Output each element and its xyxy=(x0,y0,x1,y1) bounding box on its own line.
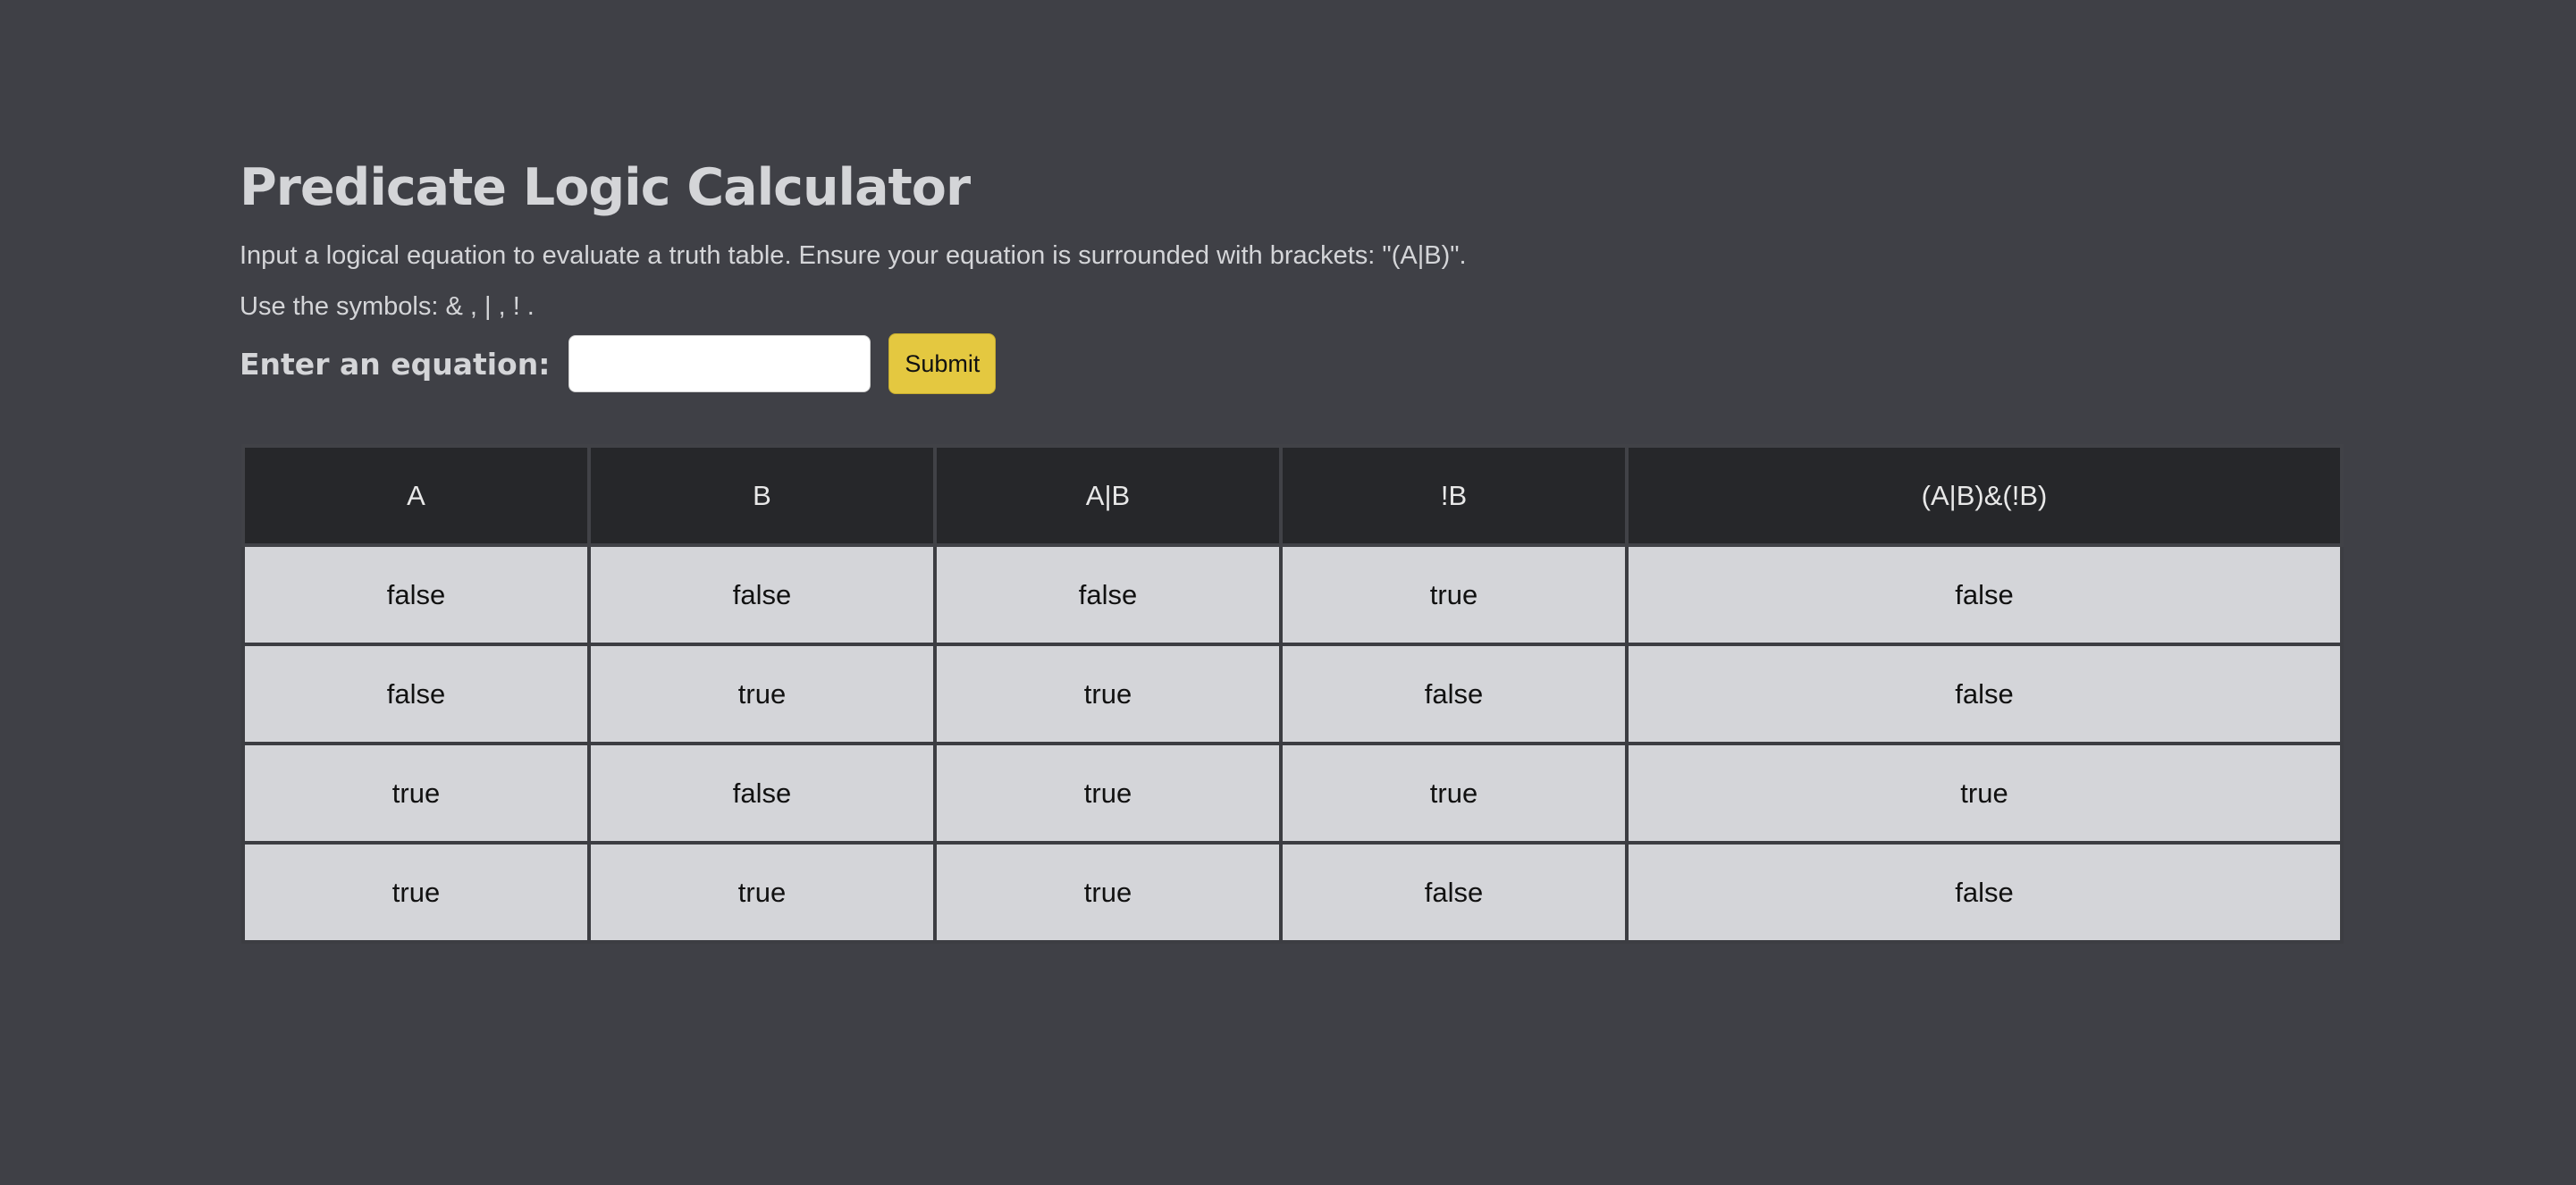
page-title: Predicate Logic Calculator xyxy=(240,158,971,217)
column-header: A|B xyxy=(933,444,1283,547)
symbols-hint-text: Use the symbols: & , | , ! . xyxy=(240,292,535,321)
table-cell: true xyxy=(241,742,591,845)
table-row: true false true true true xyxy=(241,742,2344,845)
table-cell: true xyxy=(587,643,937,745)
table-cell: false xyxy=(933,543,1283,646)
equation-form: Enter an equation: Submit xyxy=(240,333,2340,394)
column-header: A xyxy=(241,444,591,547)
table-row: false false false true false xyxy=(241,543,2344,646)
table-cell: false xyxy=(1625,643,2344,745)
table-cell: false xyxy=(1279,643,1629,745)
table-cell: true xyxy=(933,841,1283,944)
equation-input[interactable] xyxy=(568,335,871,392)
table-cell: true xyxy=(1625,742,2344,845)
table-cell: false xyxy=(241,543,591,646)
submit-button[interactable]: Submit xyxy=(888,333,997,394)
column-header: B xyxy=(587,444,937,547)
column-header: !B xyxy=(1279,444,1629,547)
column-header: (A|B)&(!B) xyxy=(1625,444,2344,547)
instructions-text: Input a logical equation to evaluate a t… xyxy=(240,241,1467,270)
truth-table: A B A|B !B (A|B)&(!B) false false false … xyxy=(241,444,2344,944)
table-cell: true xyxy=(1279,742,1629,845)
table-cell: true xyxy=(241,841,591,944)
table-cell: false xyxy=(241,643,591,745)
table-cell: true xyxy=(933,643,1283,745)
table-row: false true true false false xyxy=(241,643,2344,745)
table-cell: true xyxy=(587,841,937,944)
table-cell: false xyxy=(1625,543,2344,646)
table-cell: true xyxy=(1279,543,1629,646)
table-cell: false xyxy=(1279,841,1629,944)
table-row: true true true false false xyxy=(241,841,2344,944)
table-header-row: A B A|B !B (A|B)&(!B) xyxy=(241,444,2344,547)
table-cell: false xyxy=(587,543,937,646)
equation-label: Enter an equation: xyxy=(240,346,551,382)
table-cell: false xyxy=(1625,841,2344,944)
main-content: Predicate Logic Calculator Input a logic… xyxy=(240,150,2340,394)
table-cell: true xyxy=(933,742,1283,845)
table-cell: false xyxy=(587,742,937,845)
